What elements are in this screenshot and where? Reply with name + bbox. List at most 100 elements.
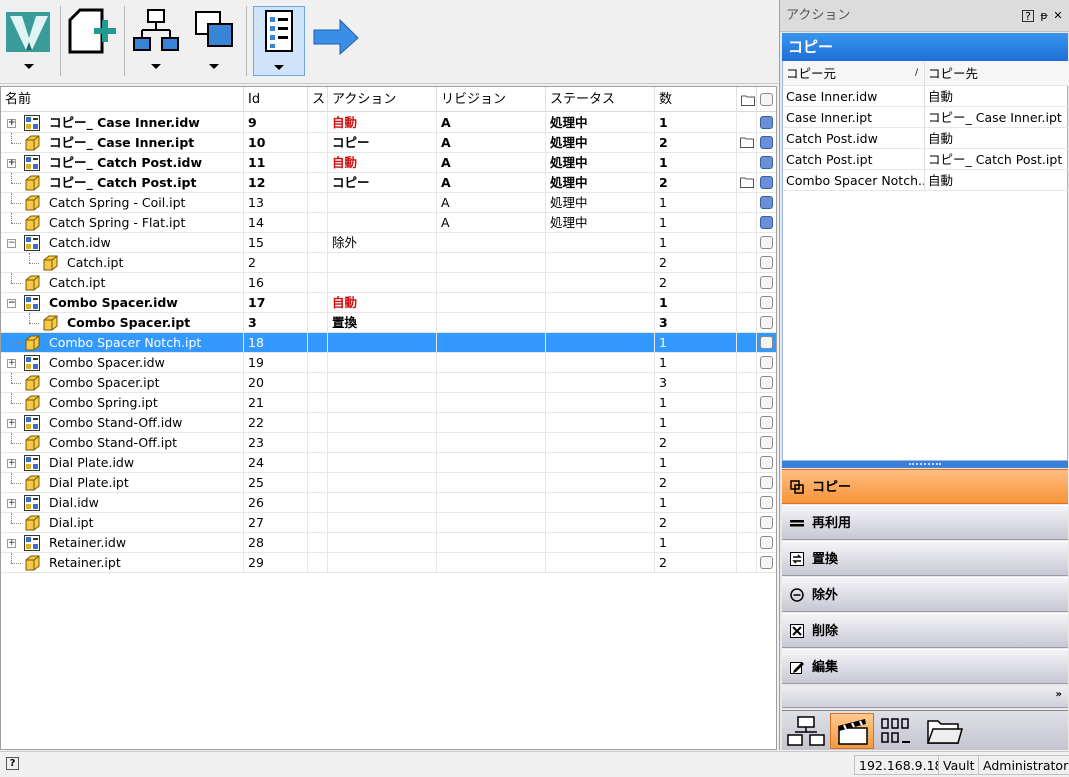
table-row[interactable]: Combo Spacer.ipt 3 置換 3 <box>1 313 776 333</box>
table-row[interactable]: + Retainer.idw 28 1 <box>1 533 776 553</box>
table-row[interactable]: + Dial.idw 26 1 <box>1 493 776 513</box>
pin-button[interactable]: ᵽ <box>1038 10 1050 22</box>
folder-cell[interactable] <box>737 533 757 553</box>
folder-cell[interactable] <box>737 473 757 493</box>
column-header-s[interactable]: ス <box>308 87 328 112</box>
folder-cell[interactable] <box>737 313 757 333</box>
action-button-4[interactable]: 削除 <box>782 613 1068 648</box>
map-row[interactable]: Case Inner.ipt コピー_ Case Inner.ipt <box>783 107 1069 128</box>
table-row[interactable]: + Dial Plate.idw 24 1 <box>1 453 776 473</box>
action-button-2[interactable]: 置換 <box>782 541 1068 576</box>
table-row[interactable]: − Combo Spacer.idw 17 自動 1 <box>1 293 776 313</box>
flag-cell[interactable] <box>757 393 776 413</box>
flag-cell[interactable] <box>757 213 776 233</box>
flag-cell[interactable] <box>757 433 776 453</box>
tab-folder[interactable] <box>922 713 966 749</box>
folder-cell[interactable] <box>737 133 757 153</box>
flag-cell[interactable] <box>757 453 776 473</box>
map-row[interactable]: Combo Spacer Notch... 自動 <box>783 170 1069 191</box>
flag-cell[interactable] <box>757 353 776 373</box>
panel-splitter[interactable] <box>782 461 1068 468</box>
table-row[interactable]: Retainer.ipt 29 2 <box>1 553 776 573</box>
folder-cell[interactable] <box>737 353 757 373</box>
folder-cell[interactable] <box>737 293 757 313</box>
flag-cell[interactable] <box>757 553 776 573</box>
copy-view-button[interactable] <box>190 6 240 76</box>
flag-cell[interactable] <box>757 493 776 513</box>
column-header-folder[interactable] <box>737 87 757 112</box>
folder-cell[interactable] <box>737 173 757 193</box>
collapse-icon[interactable]: − <box>7 299 16 308</box>
map-header-source[interactable]: コピー元 / <box>783 61 925 86</box>
flag-cell[interactable] <box>757 313 776 333</box>
column-header-revision[interactable]: リビジョン <box>437 87 546 112</box>
column-header-name[interactable]: 名前 <box>1 87 244 112</box>
folder-cell[interactable] <box>737 153 757 173</box>
table-row[interactable]: Catch Spring - Flat.ipt 14 A 処理中 1 <box>1 213 776 233</box>
table-row[interactable]: Combo Spacer.ipt 20 3 <box>1 373 776 393</box>
table-row[interactable]: Combo Spacer Notch.ipt 18 1 <box>1 333 776 353</box>
folder-cell[interactable] <box>737 393 757 413</box>
expand-icon[interactable]: + <box>7 499 16 508</box>
folder-cell[interactable] <box>737 273 757 293</box>
table-row[interactable]: Catch.ipt 2 2 <box>1 253 776 273</box>
copy-map-table[interactable]: コピー元 / コピー先 Case Inner.idw 自動 Case Inner.i… <box>782 61 1069 461</box>
next-button[interactable] <box>312 6 362 76</box>
flag-cell[interactable] <box>757 293 776 313</box>
flag-cell[interactable] <box>757 233 776 253</box>
flag-cell[interactable] <box>757 193 776 213</box>
action-button-3[interactable]: 除外 <box>782 577 1068 612</box>
table-row[interactable]: + コピー_ Catch Post.idw 11 自動 A 処理中 1 <box>1 153 776 173</box>
table-row[interactable]: Combo Stand-Off.ipt 23 2 <box>1 433 776 453</box>
folder-cell[interactable] <box>737 253 757 273</box>
folder-cell[interactable] <box>737 413 757 433</box>
flag-cell[interactable] <box>757 513 776 533</box>
table-row[interactable]: Dial.ipt 27 2 <box>1 513 776 533</box>
flag-cell[interactable] <box>757 253 776 273</box>
tab-grid[interactable] <box>876 713 920 749</box>
column-header-action[interactable]: アクション <box>328 87 437 112</box>
tab-structure[interactable] <box>784 713 828 749</box>
expand-icon[interactable]: + <box>7 419 16 428</box>
action-button-1[interactable]: 再利用 <box>782 505 1068 540</box>
table-row[interactable]: Catch Spring - Coil.ipt 13 A 処理中 1 <box>1 193 776 213</box>
expand-icon[interactable]: + <box>7 539 16 548</box>
folder-cell[interactable] <box>737 213 757 233</box>
table-row[interactable]: + コピー_ Case Inner.idw 9 自動 A 処理中 1 <box>1 113 776 133</box>
table-row[interactable]: コピー_ Catch Post.ipt 12 コピー A 処理中 2 <box>1 173 776 193</box>
collapse-icon[interactable]: − <box>7 239 16 248</box>
column-header-id[interactable]: Id <box>244 87 308 112</box>
more-actions-bar[interactable]: » <box>782 686 1068 708</box>
table-row[interactable]: コピー_ Case Inner.ipt 10 コピー A 処理中 2 <box>1 133 776 153</box>
file-grid[interactable]: 名前 Id ス アクション リビジョン ステータス 数 + コピー_ Case I… <box>0 86 777 750</box>
folder-cell[interactable] <box>737 373 757 393</box>
structure-view-button[interactable] <box>130 6 180 76</box>
tab-actions[interactable] <box>830 713 874 749</box>
flag-cell[interactable] <box>757 173 776 193</box>
table-row[interactable]: − Catch.idw 15 除外 1 <box>1 233 776 253</box>
folder-cell[interactable] <box>737 193 757 213</box>
expand-icon[interactable]: + <box>7 119 16 128</box>
map-row[interactable]: Catch Post.idw 自動 <box>783 128 1069 149</box>
map-header-target[interactable]: コピー先 <box>925 61 1069 86</box>
flag-cell[interactable] <box>757 413 776 433</box>
folder-cell[interactable] <box>737 453 757 473</box>
flag-cell[interactable] <box>757 473 776 493</box>
list-view-button[interactable] <box>253 6 305 76</box>
map-row[interactable]: Case Inner.idw 自動 <box>783 86 1069 107</box>
flag-cell[interactable] <box>757 113 776 133</box>
table-row[interactable]: Catch.ipt 16 2 <box>1 273 776 293</box>
flag-cell[interactable] <box>757 533 776 553</box>
folder-cell[interactable] <box>737 513 757 533</box>
column-header-status[interactable]: ステータス <box>546 87 655 112</box>
help-button[interactable]: ? <box>1022 10 1034 23</box>
expand-icon[interactable]: + <box>7 159 16 168</box>
flag-cell[interactable] <box>757 333 776 353</box>
folder-cell[interactable] <box>737 433 757 453</box>
close-button[interactable]: ✕ <box>1052 10 1064 22</box>
folder-cell[interactable] <box>737 493 757 513</box>
table-row[interactable]: + Combo Spacer.idw 19 1 <box>1 353 776 373</box>
column-header-flag[interactable] <box>757 87 776 112</box>
table-row[interactable]: + Combo Stand-Off.idw 22 1 <box>1 413 776 433</box>
expand-icon[interactable]: + <box>7 459 16 468</box>
